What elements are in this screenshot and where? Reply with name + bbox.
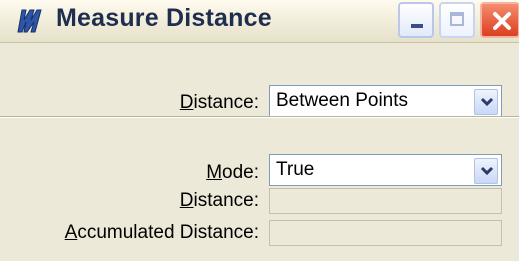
distance-method-value: Between Points: [276, 90, 409, 111]
distance-method-dropdown[interactable]: Between Points: [269, 85, 502, 117]
measure-distance-app-icon: [17, 9, 42, 33]
chevron-down-icon: [480, 166, 494, 176]
accumulated-distance-field: [269, 220, 502, 246]
mode-dropdown[interactable]: True: [269, 154, 502, 186]
chevron-down-icon: [480, 97, 494, 107]
section-divider: [0, 116, 519, 118]
distance-method-dropdown-button[interactable]: [474, 89, 498, 115]
title-bar[interactable]: Measure Distance: [0, 0, 519, 43]
close-button[interactable]: [480, 2, 519, 38]
mode-value: True: [276, 159, 315, 180]
mode-dropdown-button[interactable]: [474, 158, 498, 184]
window-title: Measure Distance: [56, 4, 272, 32]
close-icon: [493, 12, 511, 30]
distance-method-label: Distance:: [179, 92, 259, 113]
maximize-icon[interactable]: [439, 2, 475, 38]
mode-label: Mode:: [206, 162, 259, 183]
accumulated-distance-label: Accumulated Distance:: [64, 222, 259, 243]
measure-distance-window: Measure Distance Distance: Between Point…: [0, 0, 519, 261]
distance-output-label: Distance:: [179, 190, 259, 211]
distance-output-field: [269, 188, 502, 214]
minimize-icon[interactable]: [398, 2, 434, 38]
